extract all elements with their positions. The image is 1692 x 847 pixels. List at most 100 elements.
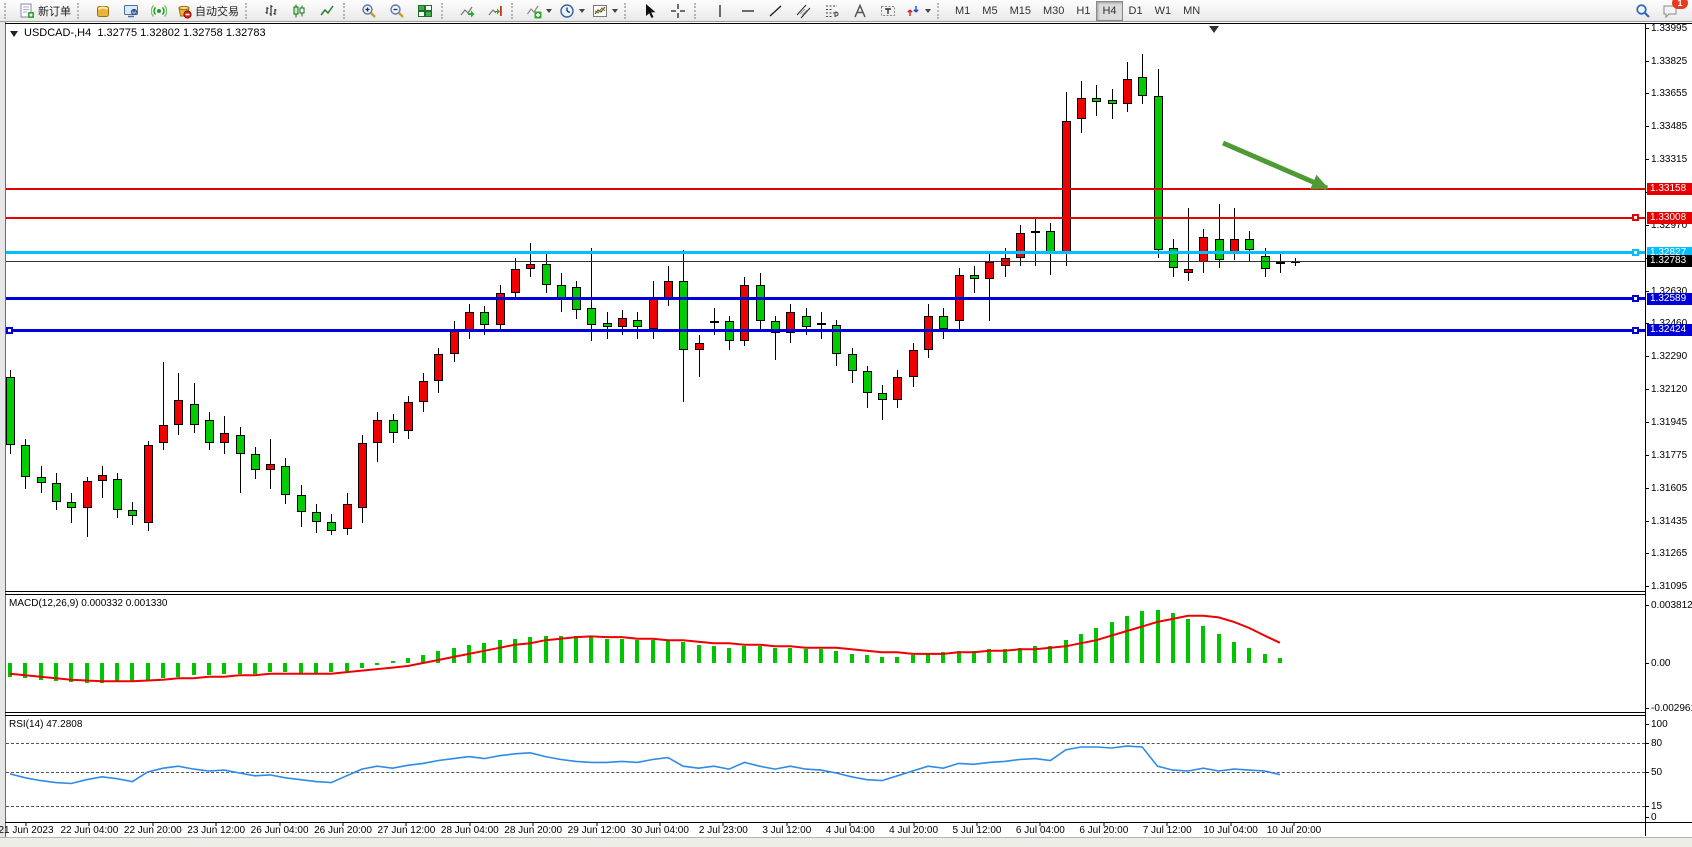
horizontal-line-object[interactable] [6, 297, 1645, 300]
price-tick-mark [1645, 553, 1649, 554]
candle-body [1077, 98, 1086, 119]
line-chart-button[interactable] [313, 0, 340, 21]
timeframe-button-h1[interactable]: H1 [1070, 1, 1096, 21]
macd-histogram-bar [972, 651, 976, 663]
candle-body [220, 433, 229, 443]
macd-histogram-bar [130, 663, 134, 681]
text-tool-button[interactable] [846, 0, 873, 21]
timeframe-button-m5[interactable]: M5 [976, 1, 1003, 21]
arrows-tool-button[interactable] [902, 0, 934, 21]
candle-body [327, 522, 336, 532]
add-indicator-button[interactable] [523, 0, 555, 21]
trend-arrow-annotation[interactable] [0, 0, 1692, 846]
signal-button[interactable] [145, 0, 172, 21]
price-tick-label: 1.31095 [1651, 581, 1687, 592]
macd-pane-top-border [5, 594, 1645, 595]
toolbar-grip[interactable] [624, 3, 631, 19]
timeframe-button-m15[interactable]: M15 [1004, 1, 1037, 21]
line-handle[interactable] [1632, 295, 1639, 302]
chart-shift-marker[interactable] [1209, 26, 1219, 33]
rsi-tick-mark [1645, 772, 1649, 773]
macd-histogram-bar [345, 663, 349, 671]
horizontal-line-tool-button[interactable] [734, 0, 761, 21]
candle-body [1154, 96, 1163, 250]
vertical-line-tool-button[interactable] [706, 0, 733, 21]
line-handle[interactable] [1632, 249, 1639, 256]
tile-windows-button[interactable] [411, 0, 438, 21]
macd-histogram-bar [926, 654, 930, 663]
market-watch-button[interactable] [117, 0, 144, 21]
candle-body [511, 269, 520, 292]
auto-scroll-button[interactable] [453, 0, 480, 21]
periods-button[interactable] [556, 0, 588, 21]
horizontal-line-object[interactable] [6, 188, 1645, 190]
search-button[interactable] [1629, 0, 1656, 21]
macd-histogram-bar [544, 636, 548, 663]
autotrade-button[interactable]: 自动交易 [173, 0, 242, 21]
candle-body [312, 512, 321, 522]
chevron-down-icon [925, 9, 931, 13]
timeframe-button-h4[interactable]: H4 [1096, 1, 1122, 21]
fibonacci-icon [824, 3, 840, 19]
candle-body [373, 420, 382, 443]
toolbar-grip[interactable] [245, 3, 252, 19]
candlestick-chart-button[interactable] [285, 0, 312, 21]
templates-button[interactable] [589, 0, 621, 21]
channel-tool-button[interactable] [790, 0, 817, 21]
text-label-tool-button[interactable] [874, 0, 901, 21]
candle-wick [699, 335, 700, 377]
macd-histogram-bar [421, 655, 425, 663]
toolbar-grip[interactable] [937, 3, 944, 19]
timeframe-button-d1[interactable]: D1 [1123, 1, 1149, 21]
zoom-in-button[interactable] [355, 0, 382, 21]
macd-tick-mark [1645, 605, 1649, 606]
macd-rsi-splitter[interactable] [5, 712, 1645, 713]
candle-body [909, 350, 918, 377]
macd-histogram-bar [39, 663, 43, 680]
time-tick-label: 28 Jun 04:00 [441, 825, 499, 836]
timeframe-button-m30[interactable]: M30 [1037, 1, 1070, 21]
chart-collapse-icon[interactable] [10, 31, 18, 37]
new-order-button[interactable]: 新订单 [16, 0, 74, 21]
horizontal-line-object[interactable] [6, 251, 1645, 254]
line-handle[interactable] [1632, 327, 1639, 334]
zoom-out-button[interactable] [383, 0, 410, 21]
line-handle[interactable] [1632, 214, 1639, 221]
toolbar-grip[interactable] [694, 3, 701, 19]
candle-body [695, 343, 704, 351]
toolbar-grip[interactable] [441, 3, 448, 19]
toolbar-grip[interactable] [4, 3, 11, 19]
price-tick-mark [1645, 225, 1649, 226]
toolbar-grip[interactable] [77, 3, 84, 19]
gold-cube-button[interactable] [89, 0, 116, 21]
candle-body [190, 404, 199, 425]
rsi-tick-label: 50 [1651, 767, 1662, 778]
macd-histogram-bar [467, 645, 471, 663]
candle-body [603, 323, 612, 327]
price-axis-border [1645, 23, 1646, 836]
horizontal-line-object[interactable] [6, 217, 1645, 219]
price-tick-mark [1645, 356, 1649, 357]
timeframe-button-mn[interactable]: MN [1177, 1, 1206, 21]
macd-histogram-bar [299, 663, 303, 674]
timeframe-button-w1[interactable]: W1 [1149, 1, 1178, 21]
toolbar-grip[interactable] [511, 3, 518, 19]
price-tick-mark [1645, 93, 1649, 94]
toolbar-grip[interactable] [343, 3, 350, 19]
line-handle[interactable] [6, 327, 13, 334]
candle-body [159, 425, 168, 442]
cursor-tool-button[interactable] [636, 0, 663, 21]
price-tick-label: 1.32290 [1651, 351, 1687, 362]
bar-chart-button[interactable] [257, 0, 284, 21]
price-tick-mark [1645, 422, 1649, 423]
trendline-tool-button[interactable] [762, 0, 789, 21]
fibonacci-tool-button[interactable] [818, 0, 845, 21]
horizontal-line-object[interactable] [6, 329, 1645, 332]
candle-body [1245, 239, 1254, 251]
main-macd-splitter[interactable] [5, 591, 1645, 592]
timeframe-button-m1[interactable]: M1 [949, 1, 976, 21]
chart-shift-button[interactable] [481, 0, 508, 21]
notifications-button[interactable]: 1 [1657, 0, 1684, 21]
crosshair-tool-button[interactable] [664, 0, 691, 21]
rsi-tick-mark [1645, 817, 1649, 818]
